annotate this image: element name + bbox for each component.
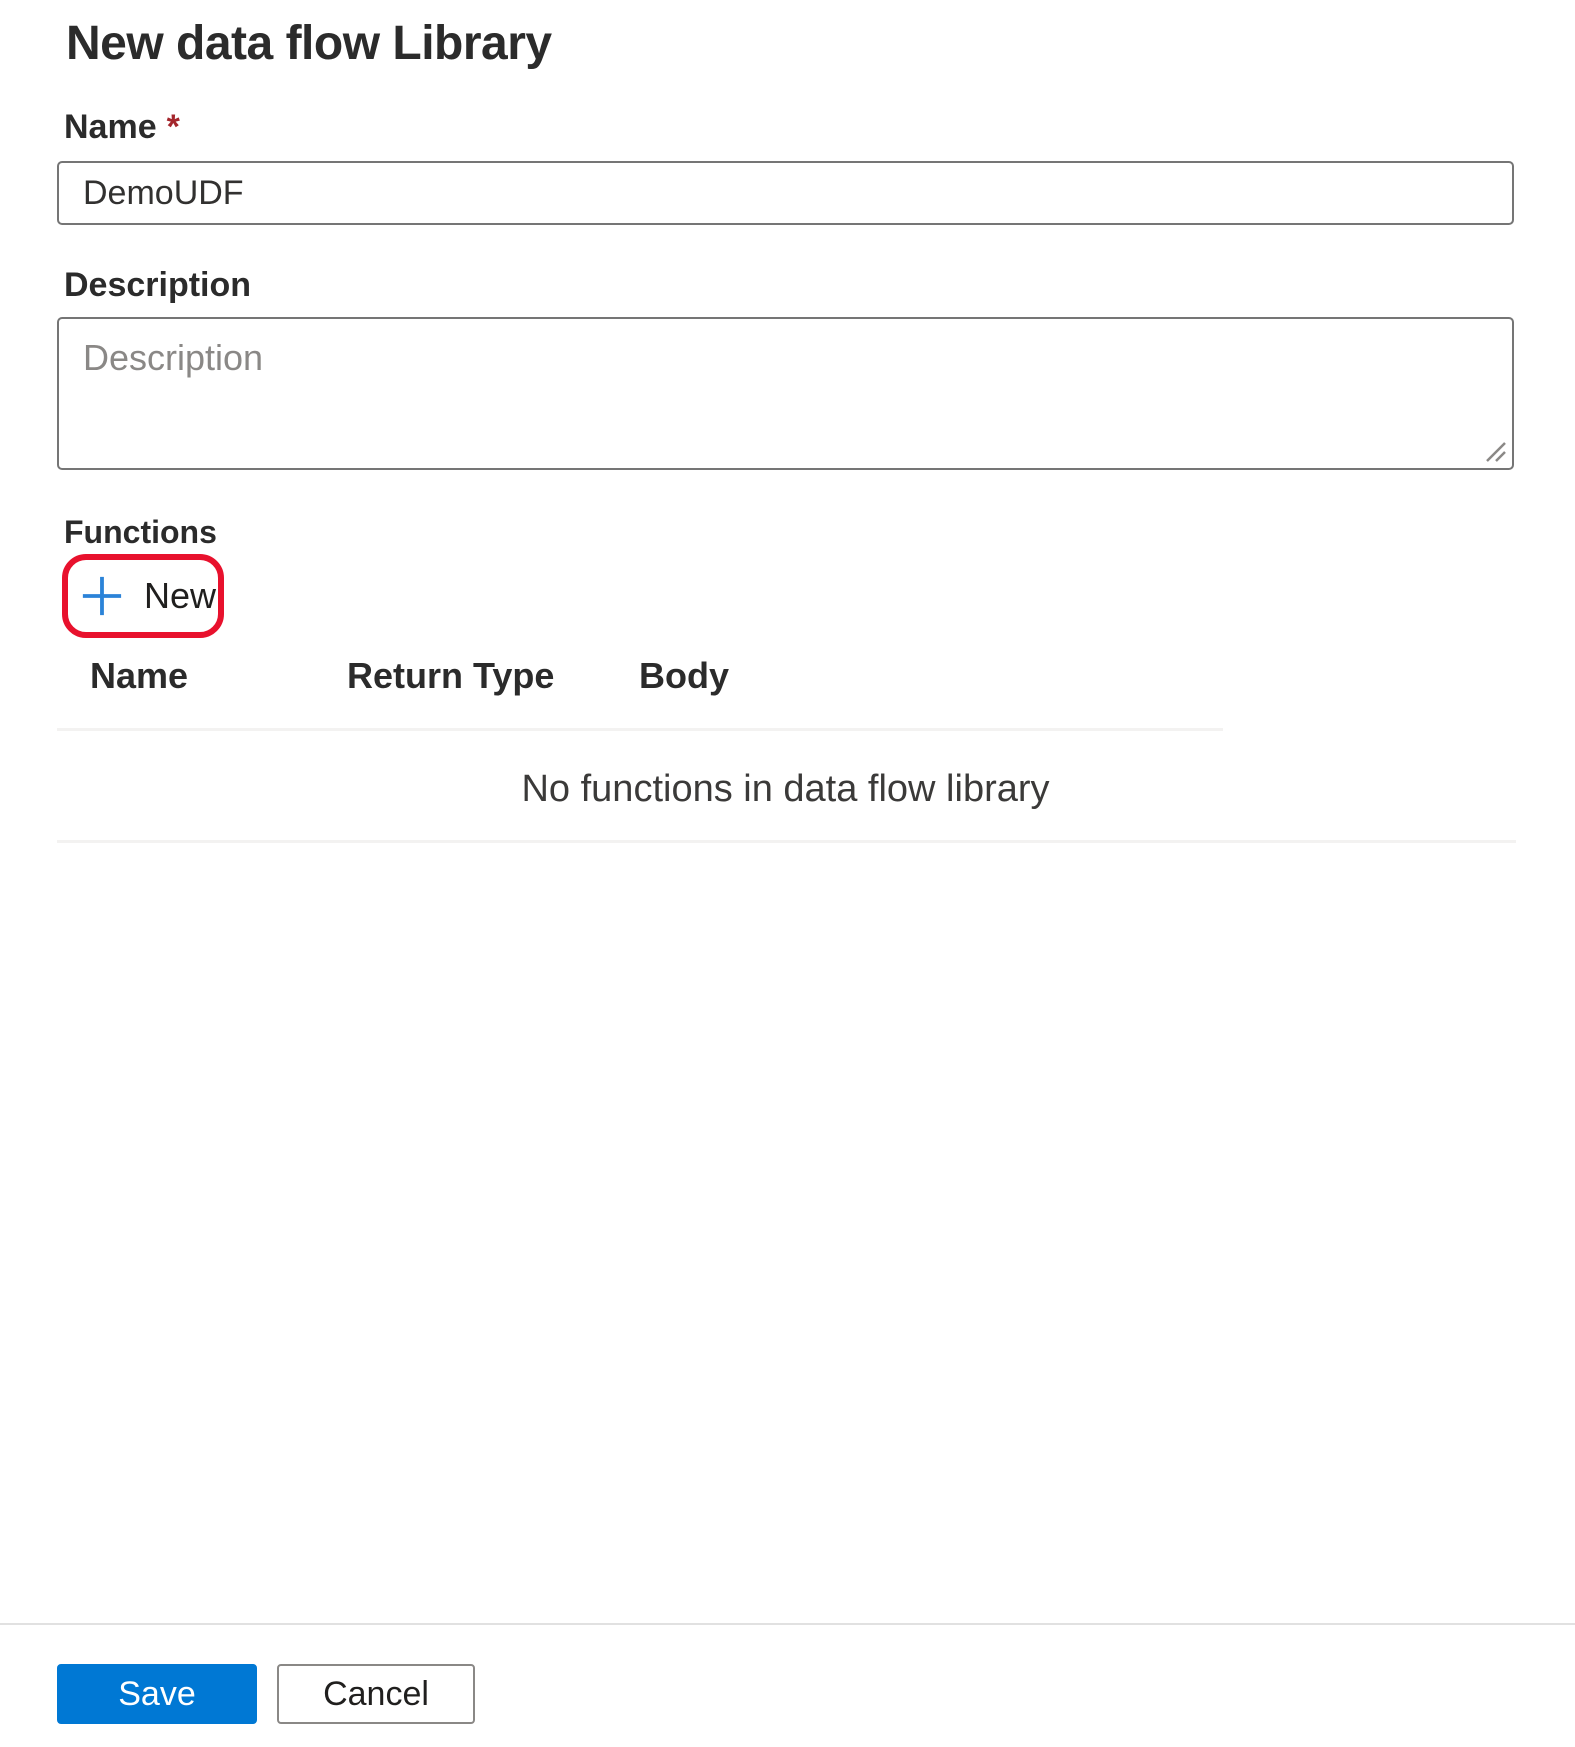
description-label-text: Description: [64, 266, 252, 304]
description-input[interactable]: [57, 317, 1514, 470]
name-label-text: Name: [64, 108, 157, 146]
new-button-label: New: [143, 575, 216, 616]
new-data-flow-library-panel: New data flow Library Name* Description …: [0, 0, 1575, 1747]
save-button[interactable]: Save: [57, 1664, 257, 1724]
page-title: New data flow Library: [66, 17, 552, 70]
textarea-resize-handle-icon[interactable]: [1483, 439, 1507, 463]
required-asterisk: *: [166, 108, 180, 146]
functions-table-header-row: Name Return Type Body: [57, 655, 1514, 697]
column-header-return-type: Return Type: [347, 655, 555, 696]
name-field-label: Name *: [64, 108, 180, 147]
description-field-wrap: [57, 317, 1514, 470]
footer-separator-line: [0, 1623, 1575, 1625]
table-bottom-divider: [57, 840, 1516, 843]
column-header-body: Body: [639, 655, 729, 696]
column-header-name: Name: [90, 655, 189, 696]
functions-label-text: Functions: [64, 514, 217, 550]
description-field-label: Description: [64, 266, 251, 305]
cancel-button[interactable]: Cancel: [277, 1664, 475, 1724]
plus-icon: [82, 576, 122, 616]
name-input[interactable]: [57, 161, 1514, 225]
new-function-button[interactable]: New: [70, 562, 216, 630]
table-header-divider: [57, 728, 1223, 731]
functions-section-label: Functions: [64, 514, 217, 551]
empty-state-message: No functions in data flow library: [521, 768, 1050, 810]
